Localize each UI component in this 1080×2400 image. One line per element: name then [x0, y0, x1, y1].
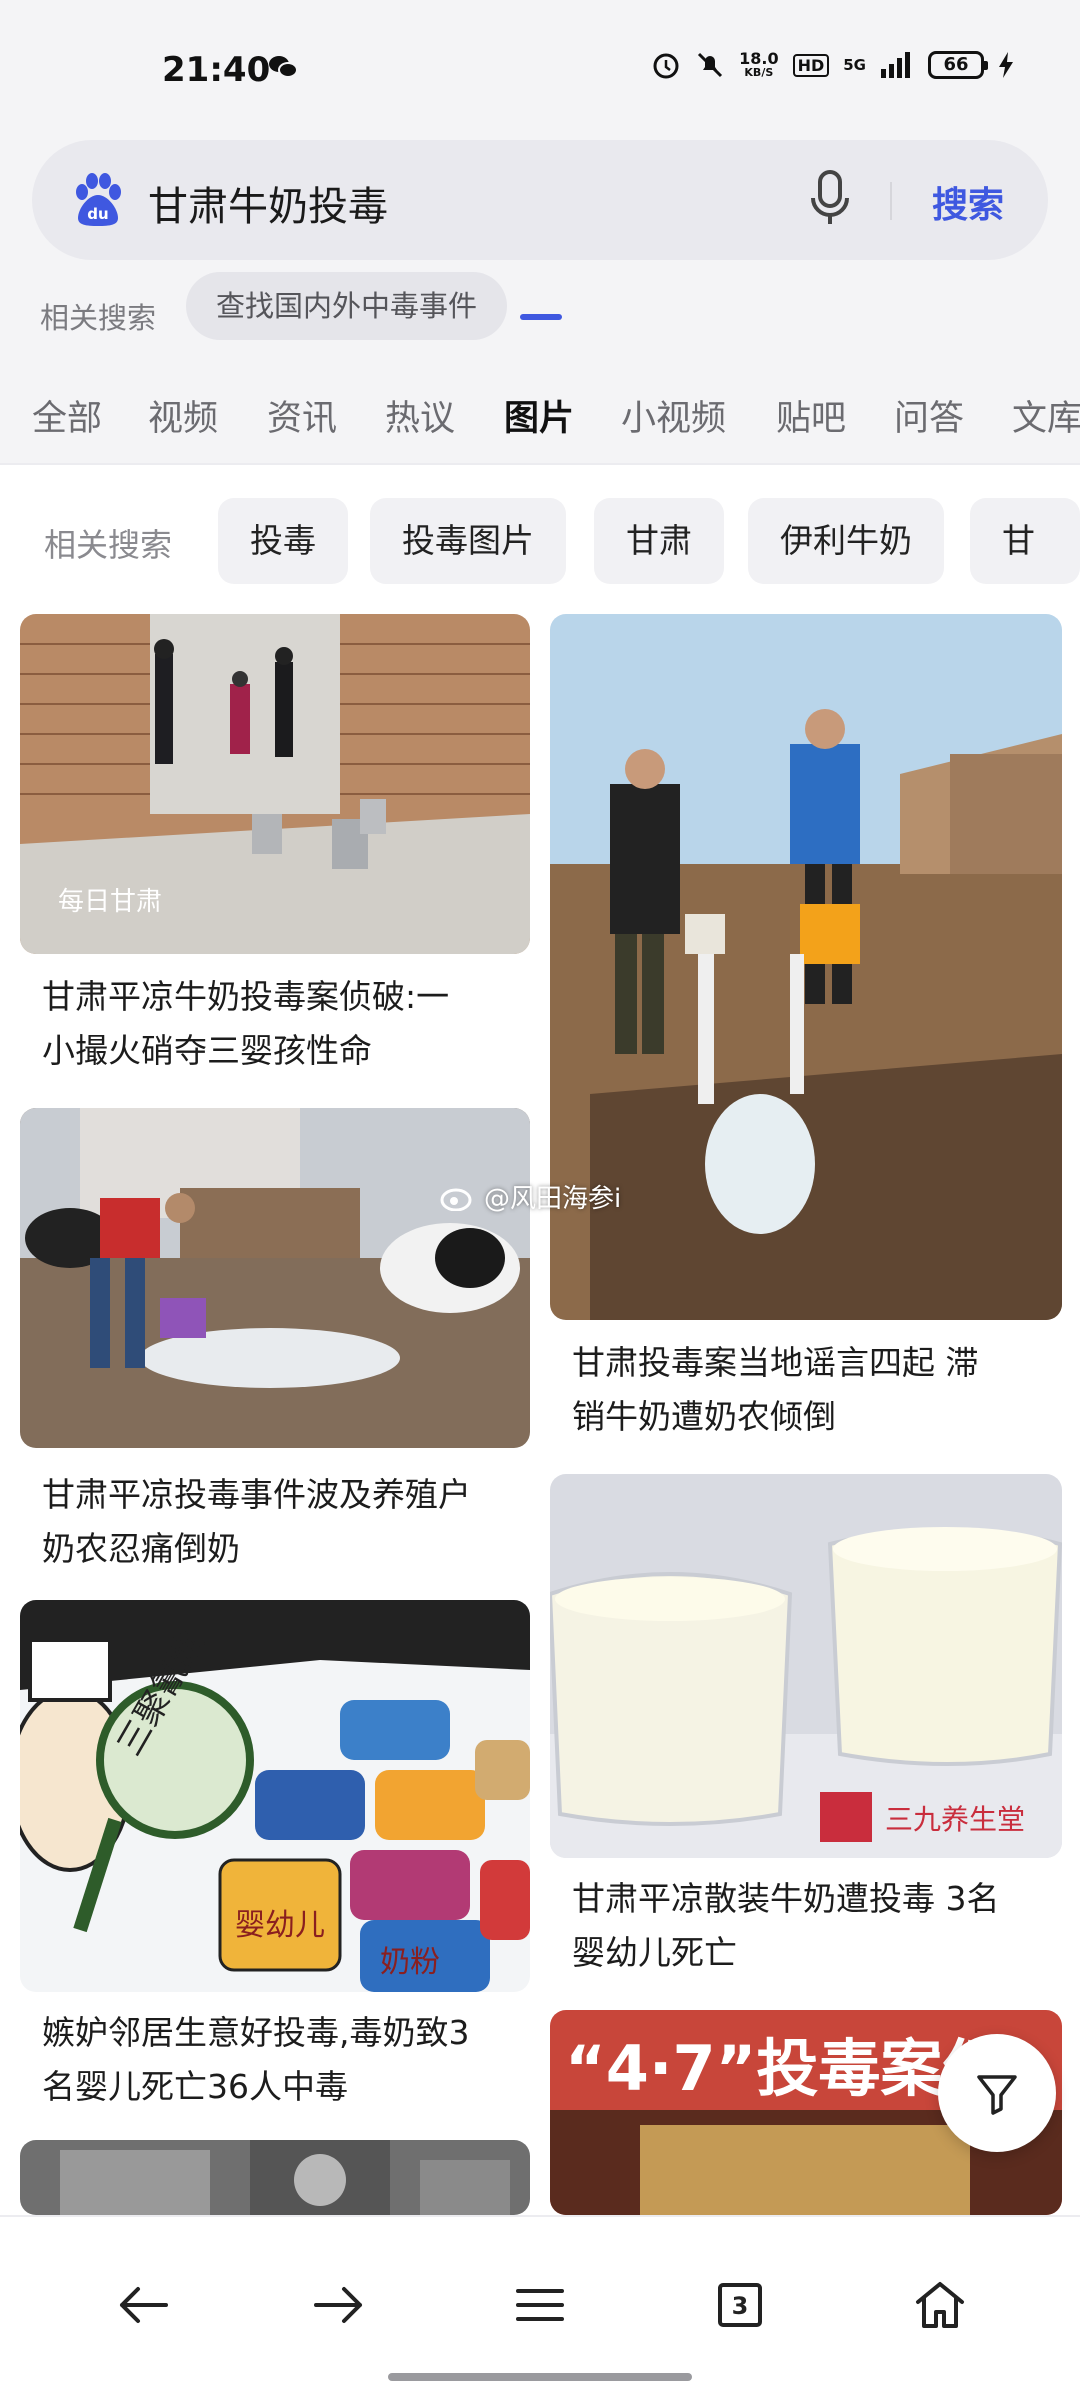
battery-indicator: 66 — [928, 51, 988, 79]
image-result-card[interactable]: 三聚氰胺 婴幼儿 奶粉 嫉妒邻居生意好投毒,毒奶致3 名婴儿死亡36人中毒 — [20, 1600, 530, 2120]
image-watermark-text: 三九养生堂 — [885, 1803, 1025, 1836]
baidu-paw-icon: du — [76, 173, 121, 226]
mute-icon — [698, 52, 723, 78]
result-image[interactable]: 三九养生堂 — [550, 1474, 1062, 1858]
image-result-card[interactable]: 每日甘肃 甘肃平凉牛奶投毒案侦破:一 小撮火硝夺三婴孩性命 — [20, 614, 530, 1074]
result-caption: 甘肃平凉投毒事件波及养殖户 奶农忍痛倒奶 — [42, 1475, 471, 1568]
related-chip[interactable]: 投毒 — [218, 498, 348, 584]
weibo-watermark: @风田海参i — [440, 1178, 621, 1215]
image-result-card[interactable] — [20, 2140, 530, 2215]
search-header: du 甘肃牛奶投毒 搜索 相关搜索 查找国内外中毒事件 全部 视频 资讯 热议 … — [0, 140, 1080, 465]
home-icon — [916, 2282, 964, 2328]
filter-icon — [977, 2075, 1017, 2115]
status-bar: 21:40 18.0 KB/S HD 5G 66 — [0, 0, 1080, 140]
related-search-label: 相关搜索 — [40, 301, 157, 335]
tab-all[interactable]: 全部 — [32, 390, 102, 441]
category-tabs: 全部 视频 资讯 热议 图片 小视频 贴吧 问答 文库 — [0, 390, 1080, 465]
image-result-card[interactable]: 甘肃投毒案当地谣言四起 滞 销牛奶遭奶农倾倒 — [550, 614, 1062, 1446]
wechat-icon — [269, 56, 298, 78]
tab-qa[interactable]: 问答 — [894, 390, 964, 441]
svg-text:du: du — [87, 205, 108, 223]
filter-button[interactable] — [938, 2034, 1056, 2152]
result-caption: 甘肃平凉散装牛奶遭投毒 3名 婴幼儿死亡 — [572, 1879, 1000, 1972]
search-divider — [890, 182, 892, 220]
related-chip[interactable]: 甘肃 — [594, 498, 724, 584]
result-caption: 甘肃平凉牛奶投毒案侦破:一 小撮火硝夺三婴孩性命 — [42, 977, 450, 1070]
tab-video[interactable]: 视频 — [148, 390, 218, 441]
related-chip[interactable]: 甘肃 — [970, 498, 1080, 584]
result-image[interactable]: 每日甘肃 — [20, 614, 530, 954]
weibo-icon — [440, 1188, 472, 1211]
arrow-left-icon — [120, 2287, 168, 2323]
home-button[interactable] — [902, 2267, 978, 2343]
svg-text:奶粉: 奶粉 — [380, 1945, 440, 1980]
menu-button[interactable] — [502, 2267, 578, 2343]
alarm-icon — [653, 53, 679, 79]
related-search-row: 相关搜索 投毒 投毒图片 甘肃 伊利牛奶 甘肃 — [0, 498, 1080, 584]
arrow-right-icon — [314, 2287, 362, 2323]
tab-tieba[interactable]: 贴吧 — [776, 390, 846, 441]
status-time: 21:40 — [162, 50, 271, 90]
network-type: 5G — [843, 56, 866, 74]
microphone-icon[interactable] — [808, 168, 852, 228]
svg-text:3: 3 — [732, 2292, 749, 2320]
related-suggestion-chip[interactable]: 查找国内外中毒事件 — [186, 272, 508, 340]
search-query[interactable]: 甘肃牛奶投毒 — [148, 174, 388, 232]
forward-button[interactable] — [302, 2267, 378, 2343]
image-watermark-text: 每日甘肃 — [58, 887, 162, 917]
header-divider — [0, 463, 1080, 465]
tab-news[interactable]: 资讯 — [267, 390, 337, 441]
tabs-button[interactable]: 3 — [702, 2267, 778, 2343]
tab-discussion[interactable]: 热议 — [385, 390, 455, 441]
related-chip[interactable]: 伊利牛奶 — [748, 498, 944, 584]
tab-images[interactable]: 图片 — [504, 390, 574, 441]
result-image[interactable]: 三聚氰胺 婴幼儿 奶粉 — [20, 1600, 530, 1992]
result-image[interactable] — [20, 2140, 530, 2215]
home-indicator[interactable] — [388, 2373, 692, 2381]
net-speed: 18.0 KB/S — [739, 49, 779, 79]
search-button[interactable]: 搜索 — [932, 176, 1004, 228]
result-caption: 嫉妒邻居生意好投毒,毒奶致3 名婴儿死亡36人中毒 — [42, 2013, 470, 2106]
related-row-label: 相关搜索 — [44, 526, 173, 564]
search-bar[interactable]: du 甘肃牛奶投毒 搜索 — [32, 140, 1048, 260]
charging-icon — [999, 52, 1013, 78]
result-image[interactable] — [20, 1108, 530, 1448]
back-button[interactable] — [104, 2267, 180, 2343]
image-result-card[interactable]: 三九养生堂 甘肃平凉散装牛奶遭投毒 3名 婴幼儿死亡 — [550, 1474, 1062, 1974]
tabs-count-icon: 3 — [718, 2283, 762, 2327]
signal-icon — [881, 52, 910, 78]
related-chip[interactable]: 投毒图片 — [370, 498, 566, 584]
active-tab-indicator — [520, 314, 562, 320]
result-caption: 甘肃投毒案当地谣言四起 滞 销牛奶遭奶农倾倒 — [572, 1343, 979, 1436]
menu-icon — [516, 2289, 564, 2321]
result-image[interactable] — [550, 614, 1062, 1320]
tab-library[interactable]: 文库 — [1012, 390, 1080, 441]
hd-badge: HD — [792, 53, 830, 77]
svg-text:婴幼儿: 婴幼儿 — [235, 1908, 325, 1943]
status-icons: 18.0 KB/S HD 5G 66 — [651, 50, 1014, 80]
tab-short-video[interactable]: 小视频 — [621, 390, 726, 441]
